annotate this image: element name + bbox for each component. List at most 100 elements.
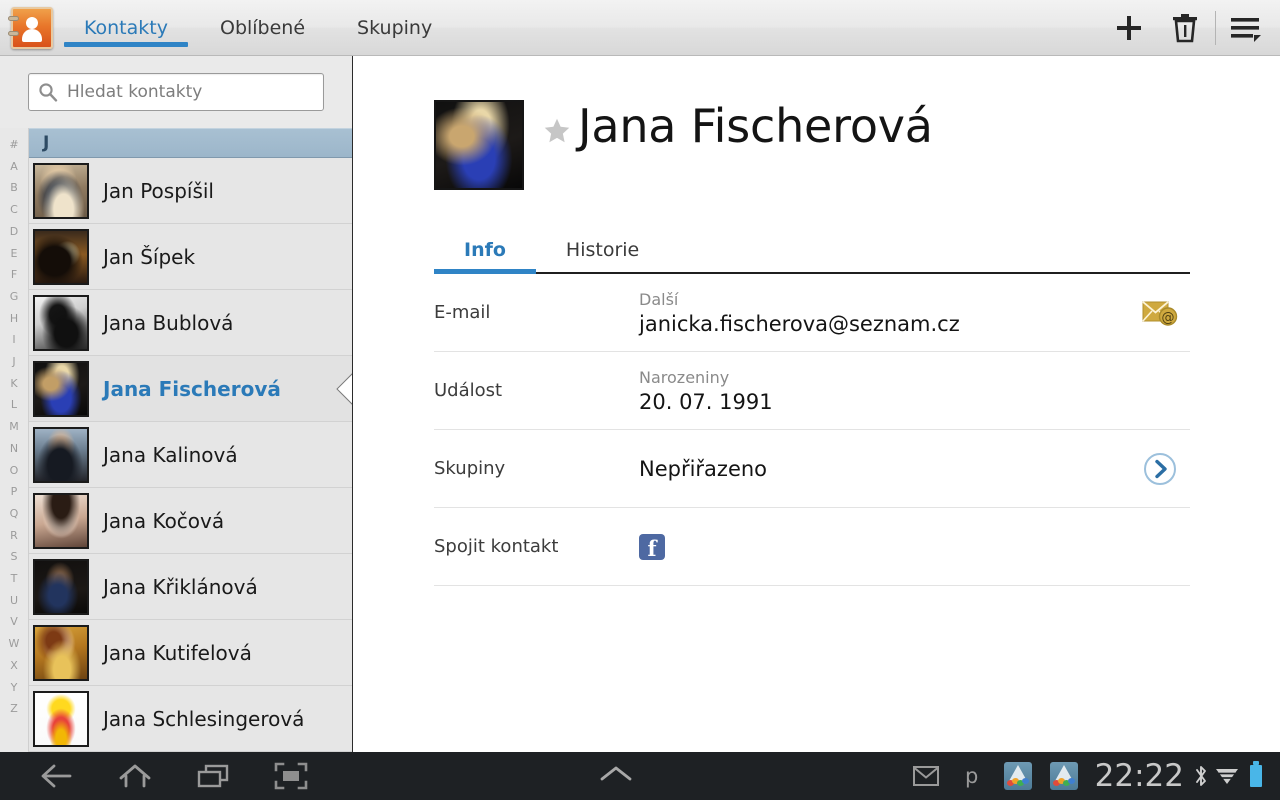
alpha-index-w[interactable]: W <box>9 633 20 655</box>
gallery-status-icon-2[interactable] <box>1041 752 1087 800</box>
status-bar-clock[interactable]: 22:22 <box>1087 758 1190 794</box>
alpha-index-r[interactable]: R <box>10 525 18 547</box>
delete-contact-button[interactable] <box>1157 0 1213 56</box>
tab-oblibene-label: Oblíbené <box>220 17 305 39</box>
tab-kontakty[interactable]: Kontakty <box>58 0 194 56</box>
alpha-index-g[interactable]: G <box>10 286 19 308</box>
system-bar-center <box>330 763 903 789</box>
menu-icon <box>1229 14 1263 42</box>
alpha-index-z[interactable]: Z <box>10 698 18 720</box>
tab-skupiny[interactable]: Skupiny <box>331 0 458 56</box>
alpha-index-a[interactable]: A <box>10 156 18 178</box>
alpha-index-o[interactable]: O <box>10 460 19 482</box>
letter-p-icon: p <box>962 763 982 789</box>
alpha-index-j[interactable]: J <box>12 351 15 373</box>
system-nav-buttons <box>0 752 330 800</box>
photo-layer <box>436 102 522 188</box>
contact-avatar <box>33 229 89 285</box>
alpha-index-k[interactable]: K <box>10 373 17 395</box>
contact-list-item[interactable]: Jan Šípek <box>29 224 352 290</box>
contact-list-item[interactable]: Jan Pospíšil <box>29 158 352 224</box>
contact-avatar <box>33 559 89 615</box>
open-groups-button[interactable] <box>1130 452 1190 486</box>
contact-list-item-name: Jana Fischerová <box>103 377 281 401</box>
detail-row-event[interactable]: Událost Narozeniny 20. 07. 1991 <box>434 352 1190 430</box>
alphabet-index-bar[interactable]: #ABCDEFGHIJKLMNOPQRSTUVWXYZ <box>0 128 28 752</box>
alpha-index-m[interactable]: M <box>9 416 19 438</box>
selection-pointer-icon <box>336 373 352 405</box>
contact-avatar <box>33 625 89 681</box>
tab-historie[interactable]: Historie <box>536 239 669 272</box>
screen-capture-icon <box>274 762 308 790</box>
contact-list-item[interactable]: Jana Bublová <box>29 290 352 356</box>
detail-row-groups[interactable]: Skupiny Nepřiřazeno <box>434 430 1190 508</box>
contact-list-item[interactable]: Jana Křiklánová <box>29 554 352 620</box>
alpha-index-u[interactable]: U <box>10 590 18 612</box>
color-dot <box>1068 778 1075 784</box>
tab-info-label: Info <box>464 239 506 261</box>
back-button[interactable] <box>18 752 96 800</box>
contacts-left-panel: Hledat kontakty #ABCDEFGHIJKLMNOPQRSTUVW… <box>0 56 353 752</box>
contact-list-item[interactable]: Jana Fischerová <box>29 356 352 422</box>
contacts-app-screen: Kontakty Oblíbené Skupiny <box>0 0 1280 800</box>
tab-info[interactable]: Info <box>434 239 536 272</box>
bluetooth-icon <box>1193 764 1209 788</box>
facebook-icon[interactable]: f <box>639 534 665 560</box>
alpha-index-hash[interactable]: # <box>9 134 18 156</box>
alpha-index-h[interactable]: H <box>10 308 18 330</box>
photo-layer <box>35 363 87 415</box>
alpha-index-x[interactable]: X <box>10 655 18 677</box>
contact-photo[interactable] <box>434 100 524 190</box>
contact-list-item[interactable]: Jana Kutifelová <box>29 620 352 686</box>
contact-avatar <box>33 427 89 483</box>
overflow-menu-button[interactable] <box>1218 0 1274 56</box>
alpha-index-p[interactable]: P <box>11 481 18 503</box>
tab-historie-label: Historie <box>566 239 639 261</box>
contact-list-item[interactable]: Jana Kočová <box>29 488 352 554</box>
tab-oblibene[interactable]: Oblíbené <box>194 0 331 56</box>
contact-detail-rows: E-mail Další janicka.fischerova@seznam.c… <box>434 274 1190 586</box>
gmail-status-icon[interactable] <box>903 752 949 800</box>
contact-list-item[interactable]: Jana Schlesingerová <box>29 686 352 752</box>
contact-avatar <box>33 691 89 747</box>
chevron-right-circle-icon <box>1143 452 1177 486</box>
screenshot-button[interactable] <box>252 752 330 800</box>
alpha-index-i[interactable]: I <box>12 329 15 351</box>
contact-list-item-name: Jana Kalinová <box>103 443 238 467</box>
app-status-icon-p[interactable]: p <box>949 752 995 800</box>
back-arrow-icon <box>39 763 75 789</box>
alpha-index-v[interactable]: V <box>10 611 18 633</box>
alpha-index-f[interactable]: F <box>11 264 17 286</box>
favorite-star-icon[interactable] <box>542 116 572 150</box>
alpha-index-c[interactable]: C <box>10 199 18 221</box>
send-email-button[interactable]: @ <box>1130 298 1190 328</box>
contact-detail-header: Jana Fischerová <box>354 56 1280 190</box>
alpha-index-s[interactable]: S <box>11 546 18 568</box>
alpha-index-q[interactable]: Q <box>10 503 19 525</box>
battery-icon <box>1250 765 1262 787</box>
alpha-index-n[interactable]: N <box>10 438 18 460</box>
detail-row-sublabel: Narozeniny <box>639 368 1130 387</box>
app-icon-container[interactable] <box>0 0 58 56</box>
alpha-index-t[interactable]: T <box>11 568 18 590</box>
action-bar: Kontakty Oblíbené Skupiny <box>0 0 1280 56</box>
add-contact-button[interactable] <box>1101 0 1157 56</box>
contact-list: J Jan PospíšilJan ŠípekJana BublováJana … <box>28 128 352 752</box>
expand-handle[interactable] <box>596 763 636 789</box>
alpha-index-d[interactable]: D <box>10 221 18 243</box>
alpha-index-b[interactable]: B <box>10 177 18 199</box>
home-button[interactable] <box>96 752 174 800</box>
contact-list-item[interactable]: Jana Kalinová <box>29 422 352 488</box>
contacts-app-icon[interactable] <box>11 7 53 49</box>
alpha-index-l[interactable]: L <box>11 394 17 416</box>
search-input[interactable]: Hledat kontakty <box>28 73 324 111</box>
alpha-index-y[interactable]: Y <box>11 677 18 699</box>
gallery-status-icon-1[interactable] <box>995 752 1041 800</box>
alpha-index-e[interactable]: E <box>11 243 18 265</box>
detail-row-linked-contact[interactable]: Spojit kontakt f <box>434 508 1190 586</box>
contact-list-item-name: Jana Bublová <box>103 311 233 335</box>
detail-row-body: f <box>639 534 1130 560</box>
search-icon <box>38 82 58 102</box>
detail-row-email[interactable]: E-mail Další janicka.fischerova@seznam.c… <box>434 274 1190 352</box>
recents-button[interactable] <box>174 752 252 800</box>
